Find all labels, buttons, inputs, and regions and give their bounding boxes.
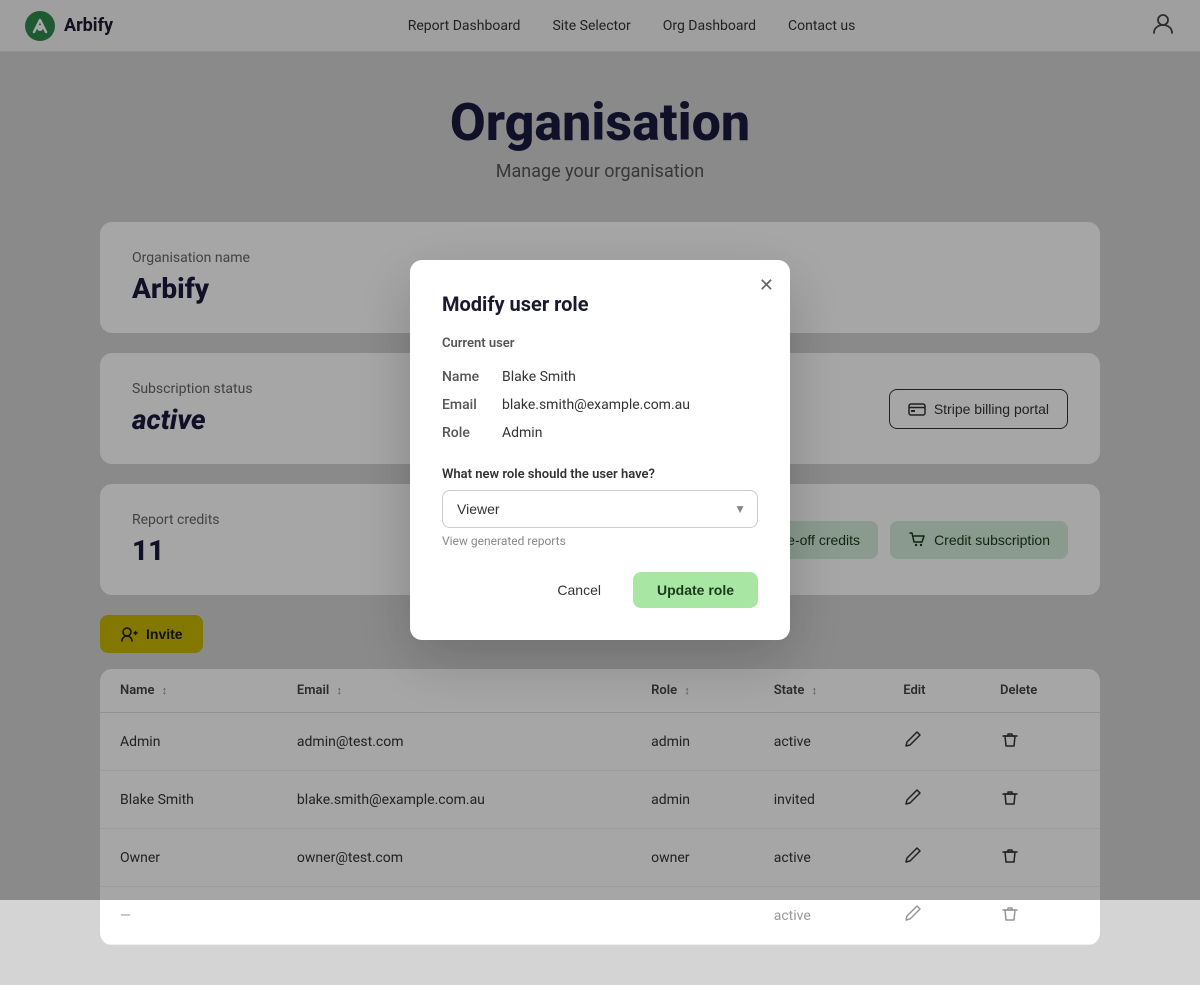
delete-button[interactable] [1000,903,1020,928]
modal-role-label: Role [442,419,502,447]
modal-actions: Cancel Update role [442,572,758,608]
modal-email-label: Email [442,391,502,419]
modal-user-table: Name Blake Smith Email blake.smith@examp… [442,363,758,447]
modal-user-name-row: Name Blake Smith [442,363,758,391]
modal-overlay: ✕ Modify user role Current user Name Bla… [0,0,1200,900]
role-select-wrap: Viewer Admin Owner ▼ [442,490,758,528]
modal-role-value: Admin [502,419,758,447]
modal-user-role-row: Role Admin [442,419,758,447]
role-question: What new role should the user have? [442,467,758,482]
modal-close-btn[interactable]: ✕ [759,276,774,294]
modify-role-modal: ✕ Modify user role Current user Name Bla… [410,260,790,640]
modal-user-email-row: Email blake.smith@example.com.au [442,391,758,419]
role-hint: View generated reports [442,534,758,548]
edit-button[interactable] [903,903,923,928]
cancel-button[interactable]: Cancel [537,572,621,608]
modal-email-value: blake.smith@example.com.au [502,391,758,419]
modal-name-label: Name [442,363,502,391]
modal-section-label: Current user [442,336,758,351]
modal-name-value: Blake Smith [502,363,758,391]
role-select[interactable]: Viewer Admin Owner [442,490,758,528]
update-role-button[interactable]: Update role [633,572,758,608]
modal-title: Modify user role [442,292,758,316]
